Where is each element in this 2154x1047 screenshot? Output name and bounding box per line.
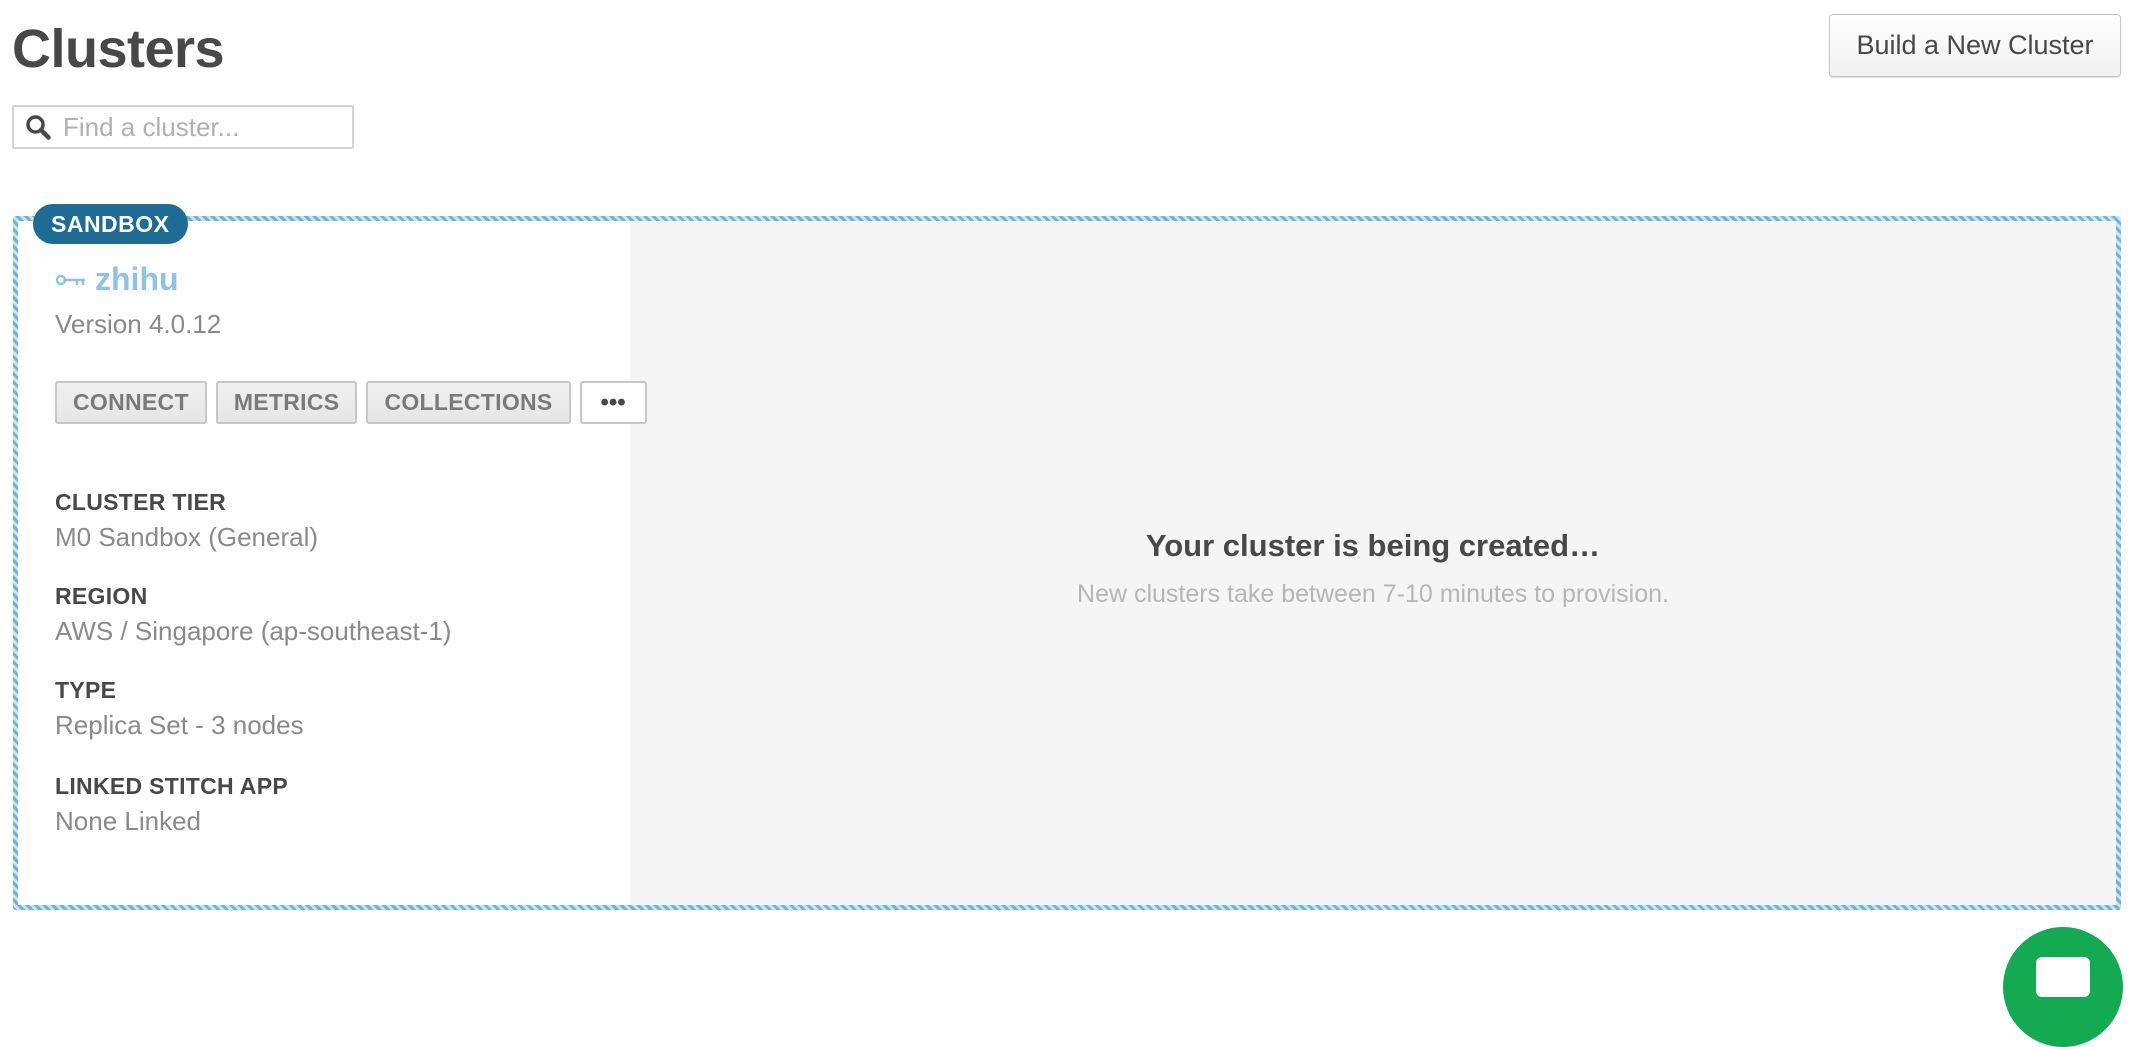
sandbox-badge: SANDBOX <box>33 204 188 244</box>
search-icon <box>23 112 53 142</box>
key-icon <box>55 270 87 290</box>
creating-status-subtitle: New clusters take between 7-10 minutes t… <box>1077 579 1669 608</box>
page-title: Clusters <box>12 19 225 79</box>
type-value: Replica Set - 3 nodes <box>55 710 304 740</box>
region-label: REGION <box>55 583 148 609</box>
linked-stitch-label: LINKED STITCH APP <box>55 773 288 799</box>
search-input[interactable] <box>61 110 345 144</box>
cluster-tier-info: CLUSTER TIER M0 Sandbox (General) <box>55 489 318 553</box>
metrics-button[interactable]: METRICS <box>215 381 358 424</box>
type-info: TYPE Replica Set - 3 nodes <box>55 677 304 741</box>
cluster-tier-value: M0 Sandbox (General) <box>55 522 319 552</box>
build-new-cluster-button[interactable]: Build a New Cluster <box>1829 14 2121 77</box>
search-box <box>12 105 354 149</box>
chat-button[interactable] <box>2003 927 2123 1047</box>
collections-button[interactable]: COLLECTIONS <box>366 381 571 424</box>
cluster-version: Version 4.0.12 <box>55 309 222 339</box>
connect-button[interactable]: CONNECT <box>55 381 207 424</box>
region-info: REGION AWS / Singapore (ap-southeast-1) <box>55 583 451 647</box>
region-value: AWS / Singapore (ap-southeast-1) <box>55 616 452 646</box>
linked-stitch-value: None Linked <box>55 806 201 836</box>
cluster-name-row: zhihu <box>55 261 179 298</box>
more-options-button[interactable]: ••• <box>579 381 647 424</box>
creating-status-title: Your cluster is being created… <box>1145 527 1601 563</box>
cluster-name-link[interactable]: zhihu <box>95 261 179 298</box>
cluster-details-panel: zhihu Version 4.0.12 CONNECT METRICS COL… <box>18 221 647 905</box>
type-label: TYPE <box>55 677 117 703</box>
cluster-tier-label: CLUSTER TIER <box>55 489 226 515</box>
cluster-status-panel: Your cluster is being created… New clust… <box>630 221 2116 905</box>
cluster-actions: CONNECT METRICS COLLECTIONS ••• <box>55 381 647 424</box>
chat-icon <box>2036 957 2090 997</box>
cluster-card: zhihu Version 4.0.12 CONNECT METRICS COL… <box>13 216 2121 910</box>
linked-stitch-info: LINKED STITCH APP None Linked <box>55 773 288 837</box>
